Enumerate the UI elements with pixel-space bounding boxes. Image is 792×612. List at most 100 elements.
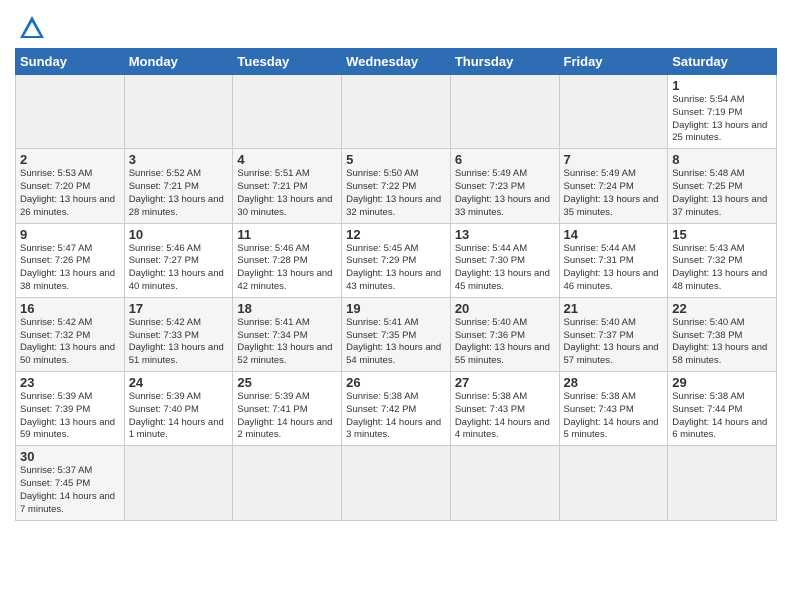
day-info: Sunrise: 5:41 AMSunset: 7:35 PMDaylight:… bbox=[346, 317, 446, 368]
weekday-header-monday: Monday bbox=[124, 49, 233, 75]
day-info: Sunrise: 5:46 AMSunset: 7:28 PMDaylight:… bbox=[237, 243, 337, 294]
calendar-cell: 27Sunrise: 5:38 AMSunset: 7:43 PMDayligh… bbox=[450, 372, 559, 446]
calendar-cell: 30Sunrise: 5:37 AMSunset: 7:45 PMDayligh… bbox=[16, 446, 125, 520]
calendar-cell: 8Sunrise: 5:48 AMSunset: 7:25 PMDaylight… bbox=[668, 149, 777, 223]
day-info: Sunrise: 5:39 AMSunset: 7:41 PMDaylight:… bbox=[237, 391, 337, 442]
calendar-cell: 29Sunrise: 5:38 AMSunset: 7:44 PMDayligh… bbox=[668, 372, 777, 446]
day-info: Sunrise: 5:52 AMSunset: 7:21 PMDaylight:… bbox=[129, 168, 229, 219]
day-number: 11 bbox=[237, 227, 337, 242]
calendar-week-row: 1Sunrise: 5:54 AMSunset: 7:19 PMDaylight… bbox=[16, 75, 777, 149]
day-number: 2 bbox=[20, 152, 120, 167]
calendar-cell: 21Sunrise: 5:40 AMSunset: 7:37 PMDayligh… bbox=[559, 297, 668, 371]
day-info: Sunrise: 5:42 AMSunset: 7:32 PMDaylight:… bbox=[20, 317, 120, 368]
day-number: 24 bbox=[129, 375, 229, 390]
day-info: Sunrise: 5:40 AMSunset: 7:38 PMDaylight:… bbox=[672, 317, 772, 368]
logo bbox=[15, 14, 46, 42]
day-number: 4 bbox=[237, 152, 337, 167]
day-info: Sunrise: 5:45 AMSunset: 7:29 PMDaylight:… bbox=[346, 243, 446, 294]
day-number: 17 bbox=[129, 301, 229, 316]
calendar-cell: 19Sunrise: 5:41 AMSunset: 7:35 PMDayligh… bbox=[342, 297, 451, 371]
day-info: Sunrise: 5:51 AMSunset: 7:21 PMDaylight:… bbox=[237, 168, 337, 219]
day-number: 15 bbox=[672, 227, 772, 242]
weekday-header-sunday: Sunday bbox=[16, 49, 125, 75]
day-number: 6 bbox=[455, 152, 555, 167]
calendar-week-row: 16Sunrise: 5:42 AMSunset: 7:32 PMDayligh… bbox=[16, 297, 777, 371]
day-info: Sunrise: 5:39 AMSunset: 7:40 PMDaylight:… bbox=[129, 391, 229, 442]
calendar-cell bbox=[342, 446, 451, 520]
calendar-cell: 24Sunrise: 5:39 AMSunset: 7:40 PMDayligh… bbox=[124, 372, 233, 446]
calendar-cell: 2Sunrise: 5:53 AMSunset: 7:20 PMDaylight… bbox=[16, 149, 125, 223]
day-info: Sunrise: 5:42 AMSunset: 7:33 PMDaylight:… bbox=[129, 317, 229, 368]
day-number: 16 bbox=[20, 301, 120, 316]
calendar-cell: 15Sunrise: 5:43 AMSunset: 7:32 PMDayligh… bbox=[668, 223, 777, 297]
day-info: Sunrise: 5:40 AMSunset: 7:37 PMDaylight:… bbox=[564, 317, 664, 368]
day-number: 19 bbox=[346, 301, 446, 316]
day-number: 29 bbox=[672, 375, 772, 390]
header bbox=[15, 10, 777, 42]
day-info: Sunrise: 5:38 AMSunset: 7:42 PMDaylight:… bbox=[346, 391, 446, 442]
calendar-cell: 4Sunrise: 5:51 AMSunset: 7:21 PMDaylight… bbox=[233, 149, 342, 223]
day-info: Sunrise: 5:40 AMSunset: 7:36 PMDaylight:… bbox=[455, 317, 555, 368]
calendar-week-row: 30Sunrise: 5:37 AMSunset: 7:45 PMDayligh… bbox=[16, 446, 777, 520]
day-info: Sunrise: 5:48 AMSunset: 7:25 PMDaylight:… bbox=[672, 168, 772, 219]
day-info: Sunrise: 5:37 AMSunset: 7:45 PMDaylight:… bbox=[20, 465, 120, 516]
calendar-cell: 26Sunrise: 5:38 AMSunset: 7:42 PMDayligh… bbox=[342, 372, 451, 446]
weekday-header-wednesday: Wednesday bbox=[342, 49, 451, 75]
day-number: 8 bbox=[672, 152, 772, 167]
day-number: 22 bbox=[672, 301, 772, 316]
day-number: 5 bbox=[346, 152, 446, 167]
calendar-cell bbox=[559, 446, 668, 520]
calendar-cell: 14Sunrise: 5:44 AMSunset: 7:31 PMDayligh… bbox=[559, 223, 668, 297]
day-info: Sunrise: 5:41 AMSunset: 7:34 PMDaylight:… bbox=[237, 317, 337, 368]
day-info: Sunrise: 5:46 AMSunset: 7:27 PMDaylight:… bbox=[129, 243, 229, 294]
day-number: 10 bbox=[129, 227, 229, 242]
calendar-cell bbox=[668, 446, 777, 520]
calendar-cell: 28Sunrise: 5:38 AMSunset: 7:43 PMDayligh… bbox=[559, 372, 668, 446]
calendar-cell bbox=[450, 446, 559, 520]
day-number: 23 bbox=[20, 375, 120, 390]
calendar-cell: 1Sunrise: 5:54 AMSunset: 7:19 PMDaylight… bbox=[668, 75, 777, 149]
calendar-cell: 17Sunrise: 5:42 AMSunset: 7:33 PMDayligh… bbox=[124, 297, 233, 371]
day-info: Sunrise: 5:54 AMSunset: 7:19 PMDaylight:… bbox=[672, 94, 772, 145]
day-info: Sunrise: 5:47 AMSunset: 7:26 PMDaylight:… bbox=[20, 243, 120, 294]
day-number: 18 bbox=[237, 301, 337, 316]
weekday-header-friday: Friday bbox=[559, 49, 668, 75]
calendar-cell: 10Sunrise: 5:46 AMSunset: 7:27 PMDayligh… bbox=[124, 223, 233, 297]
calendar-cell bbox=[124, 446, 233, 520]
weekday-header-thursday: Thursday bbox=[450, 49, 559, 75]
day-number: 27 bbox=[455, 375, 555, 390]
day-info: Sunrise: 5:50 AMSunset: 7:22 PMDaylight:… bbox=[346, 168, 446, 219]
day-info: Sunrise: 5:38 AMSunset: 7:43 PMDaylight:… bbox=[455, 391, 555, 442]
calendar-cell: 22Sunrise: 5:40 AMSunset: 7:38 PMDayligh… bbox=[668, 297, 777, 371]
calendar-cell: 5Sunrise: 5:50 AMSunset: 7:22 PMDaylight… bbox=[342, 149, 451, 223]
calendar: SundayMondayTuesdayWednesdayThursdayFrid… bbox=[15, 48, 777, 521]
calendar-cell bbox=[16, 75, 125, 149]
calendar-cell: 9Sunrise: 5:47 AMSunset: 7:26 PMDaylight… bbox=[16, 223, 125, 297]
day-info: Sunrise: 5:43 AMSunset: 7:32 PMDaylight:… bbox=[672, 243, 772, 294]
day-info: Sunrise: 5:38 AMSunset: 7:43 PMDaylight:… bbox=[564, 391, 664, 442]
day-info: Sunrise: 5:39 AMSunset: 7:39 PMDaylight:… bbox=[20, 391, 120, 442]
day-info: Sunrise: 5:44 AMSunset: 7:30 PMDaylight:… bbox=[455, 243, 555, 294]
day-number: 9 bbox=[20, 227, 120, 242]
day-number: 7 bbox=[564, 152, 664, 167]
day-info: Sunrise: 5:53 AMSunset: 7:20 PMDaylight:… bbox=[20, 168, 120, 219]
calendar-cell bbox=[342, 75, 451, 149]
day-number: 1 bbox=[672, 78, 772, 93]
day-number: 13 bbox=[455, 227, 555, 242]
calendar-cell: 6Sunrise: 5:49 AMSunset: 7:23 PMDaylight… bbox=[450, 149, 559, 223]
day-number: 12 bbox=[346, 227, 446, 242]
weekday-header-saturday: Saturday bbox=[668, 49, 777, 75]
calendar-week-row: 9Sunrise: 5:47 AMSunset: 7:26 PMDaylight… bbox=[16, 223, 777, 297]
day-number: 3 bbox=[129, 152, 229, 167]
calendar-cell: 12Sunrise: 5:45 AMSunset: 7:29 PMDayligh… bbox=[342, 223, 451, 297]
calendar-week-row: 23Sunrise: 5:39 AMSunset: 7:39 PMDayligh… bbox=[16, 372, 777, 446]
calendar-cell: 18Sunrise: 5:41 AMSunset: 7:34 PMDayligh… bbox=[233, 297, 342, 371]
calendar-cell: 11Sunrise: 5:46 AMSunset: 7:28 PMDayligh… bbox=[233, 223, 342, 297]
calendar-cell bbox=[124, 75, 233, 149]
weekday-header-tuesday: Tuesday bbox=[233, 49, 342, 75]
day-info: Sunrise: 5:44 AMSunset: 7:31 PMDaylight:… bbox=[564, 243, 664, 294]
calendar-cell: 23Sunrise: 5:39 AMSunset: 7:39 PMDayligh… bbox=[16, 372, 125, 446]
calendar-cell: 3Sunrise: 5:52 AMSunset: 7:21 PMDaylight… bbox=[124, 149, 233, 223]
calendar-cell bbox=[233, 75, 342, 149]
calendar-cell: 20Sunrise: 5:40 AMSunset: 7:36 PMDayligh… bbox=[450, 297, 559, 371]
